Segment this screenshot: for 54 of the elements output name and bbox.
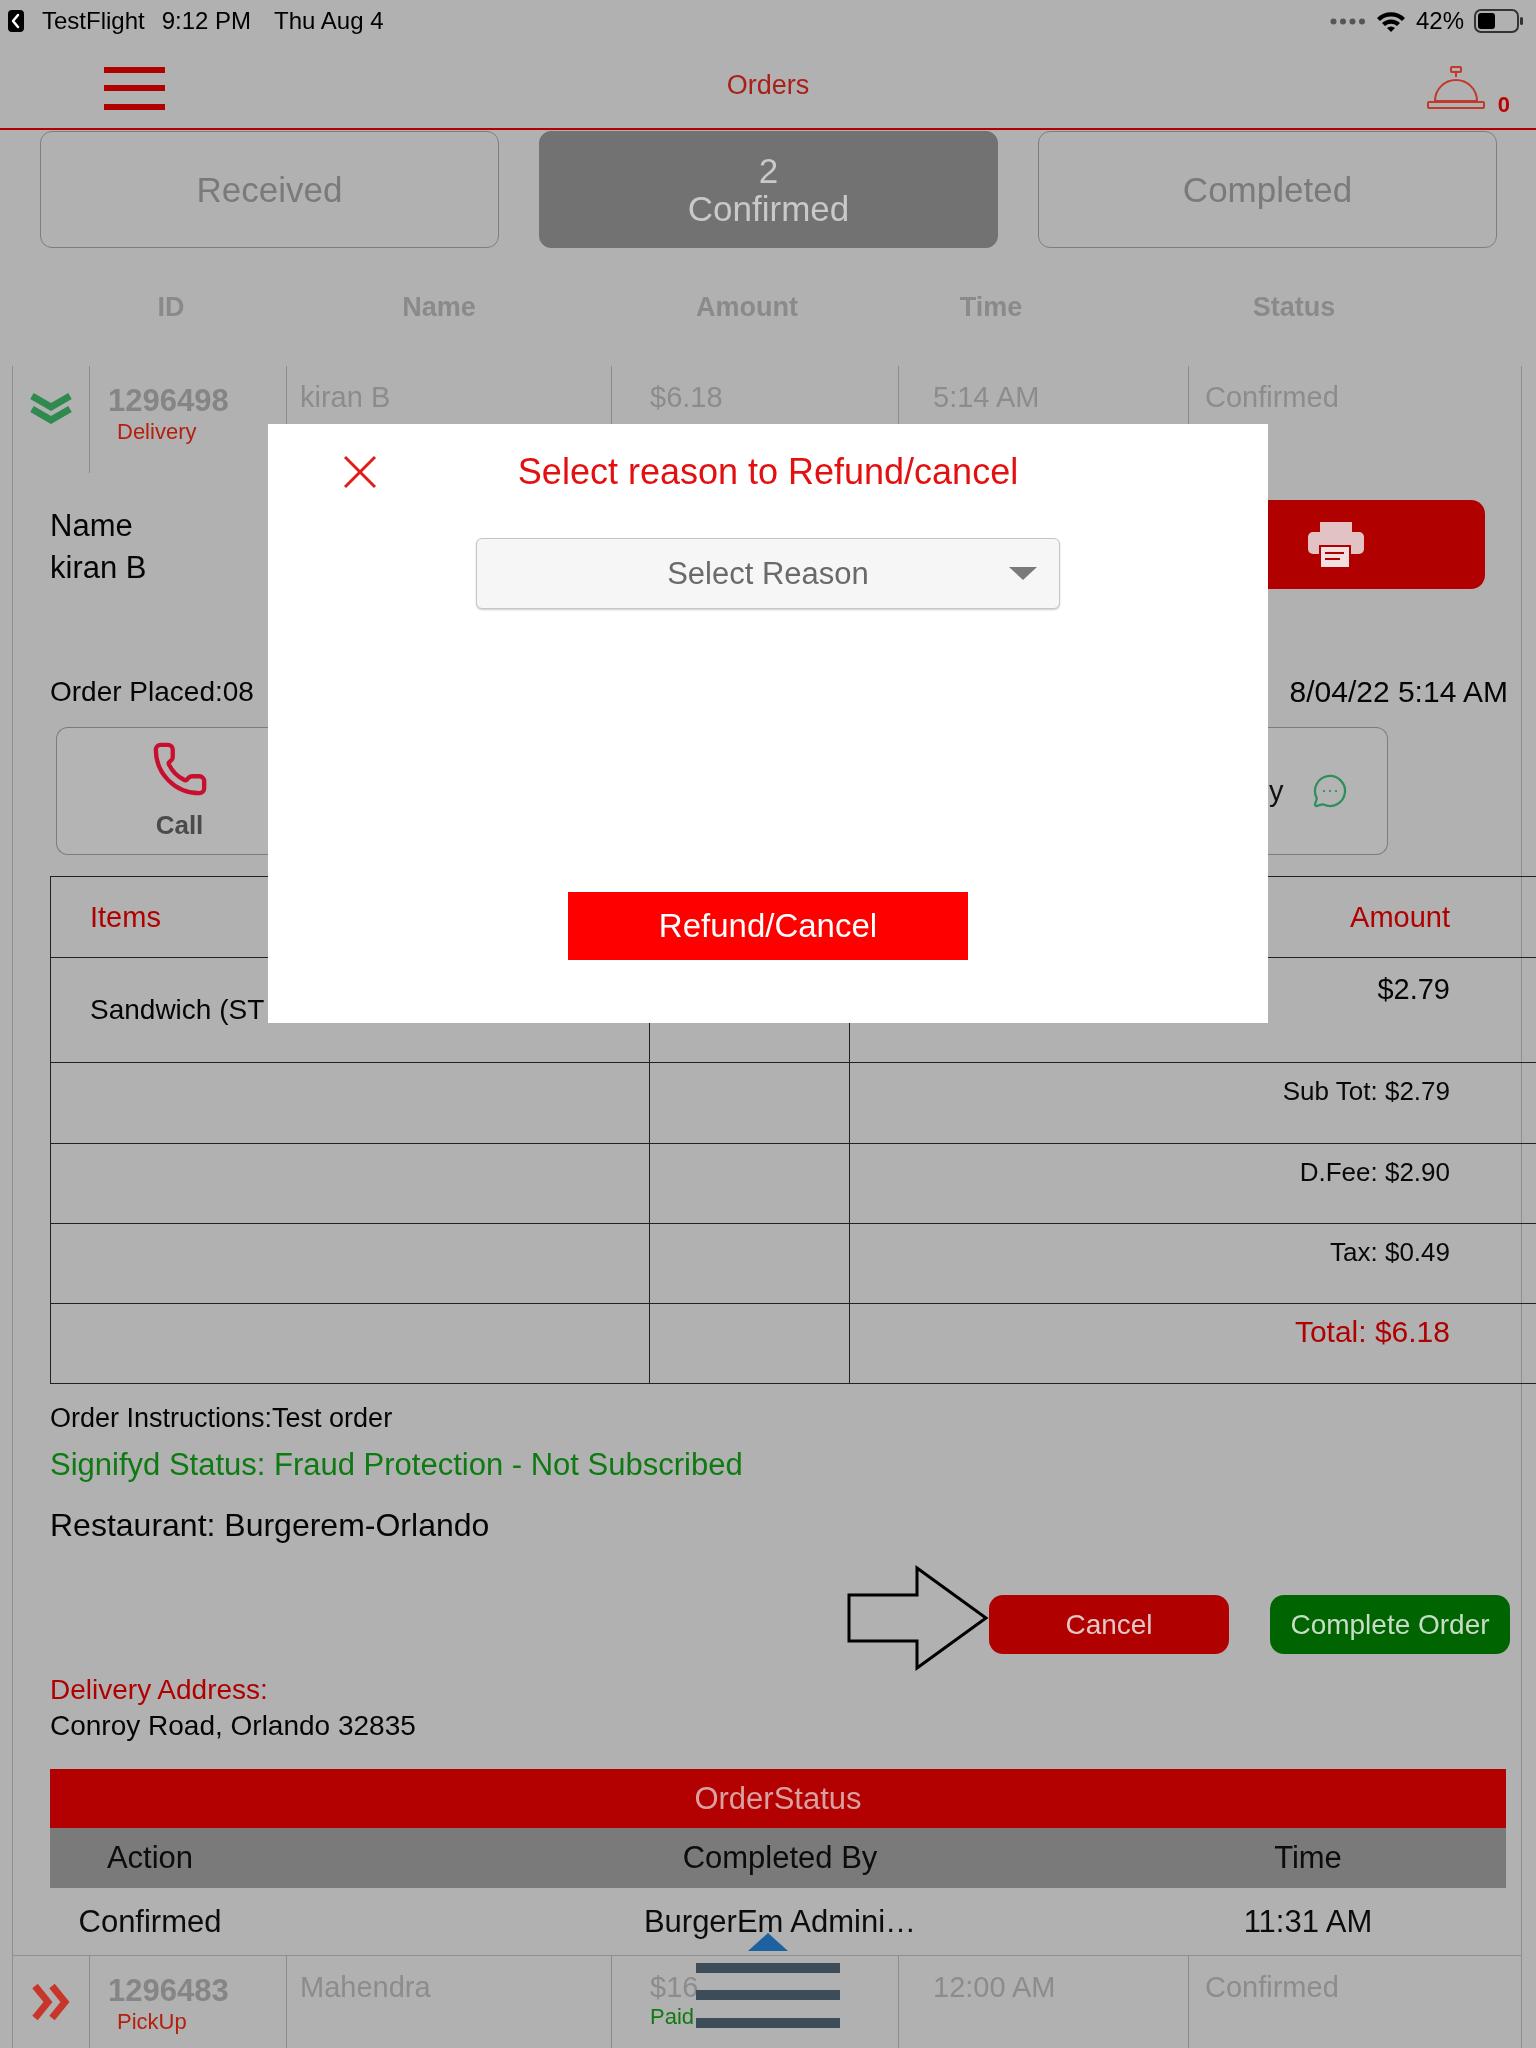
message-button[interactable]: y [1268, 727, 1388, 855]
refund-cancel-button[interactable]: Refund/Cancel [568, 892, 968, 960]
wifi-icon [1375, 10, 1406, 32]
cancel-button[interactable]: Cancel [989, 1595, 1229, 1654]
name-label: Name [50, 507, 133, 545]
bell-count: 0 [1497, 94, 1510, 116]
order-type: PickUp [117, 2009, 187, 2035]
call-button[interactable]: Call [56, 727, 268, 855]
double-chevron-right-icon[interactable] [30, 1982, 72, 2022]
restaurant-name: Restaurant: Burgerem-Orlando [50, 1506, 490, 1545]
order-date-time: 8/04/22 5:14 AM [1289, 674, 1508, 710]
caret-icon [1009, 567, 1037, 580]
item-name: Sandwich (ST [90, 993, 265, 1027]
reason-dropdown[interactable]: Select Reason [476, 538, 1060, 609]
page-title: Orders [726, 69, 810, 101]
complete-order-button[interactable]: Complete Order [1270, 1595, 1510, 1654]
order-instructions: Order Instructions:Test order [50, 1402, 393, 1435]
status-cell: 11:31 AM [1243, 1903, 1373, 1940]
summary-line: Tax: $0.49 [1330, 1236, 1450, 1268]
order-placed: Order Placed:08 [50, 675, 254, 709]
order-status-title: OrderStatus [50, 1769, 1506, 1828]
status-time: 9:12 PM [161, 7, 252, 35]
items-header: Items [90, 900, 161, 934]
amount-header: Amount [1350, 900, 1450, 934]
customer-name: kiran B [50, 549, 147, 587]
signal-dots-icon [1329, 17, 1366, 25]
back-app-label[interactable]: TestFlight [42, 7, 145, 35]
status-tab[interactable]: 2 Confirmed [539, 131, 998, 248]
battery-percent: 42% [1415, 7, 1464, 35]
status-date: Thu Aug 4 [274, 7, 384, 35]
total-amount: Total: $6.18 [1294, 1314, 1450, 1350]
payment-status: Paid [650, 2004, 695, 2030]
close-icon [342, 454, 378, 490]
column-header: Time [1274, 1840, 1342, 1876]
column-header: Completed By [682, 1840, 878, 1876]
status-cell: BurgerEm Admini… [643, 1903, 917, 1940]
back-icon[interactable] [8, 10, 24, 32]
item-amount: $2.79 [1377, 972, 1450, 1006]
signifyd-status: Signifyd Status: Fraud Protection - Not Subscribed [50, 1446, 743, 1484]
printer-icon [1306, 519, 1366, 570]
chat-icon [1311, 773, 1348, 809]
bell-icon[interactable] [1425, 66, 1486, 110]
column-header: Action [106, 1840, 194, 1876]
status-cell: Confirmed [78, 1903, 222, 1940]
print-button[interactable] [1268, 500, 1485, 589]
menu-icon[interactable] [104, 66, 165, 110]
summary-line: D.Fee: $2.90 [1299, 1156, 1450, 1188]
order-type: Delivery [117, 419, 197, 445]
battery-icon [1474, 9, 1524, 33]
summary-line: Sub Tot: $2.79 [1282, 1075, 1450, 1107]
dialog-title: Select reason to Refund/cancel [517, 451, 1019, 493]
delivery-address-label: Delivery Address: [50, 1673, 268, 1707]
delivery-address: Conroy Road, Orlando 32835 [50, 1709, 416, 1743]
close-button[interactable] [342, 454, 378, 490]
